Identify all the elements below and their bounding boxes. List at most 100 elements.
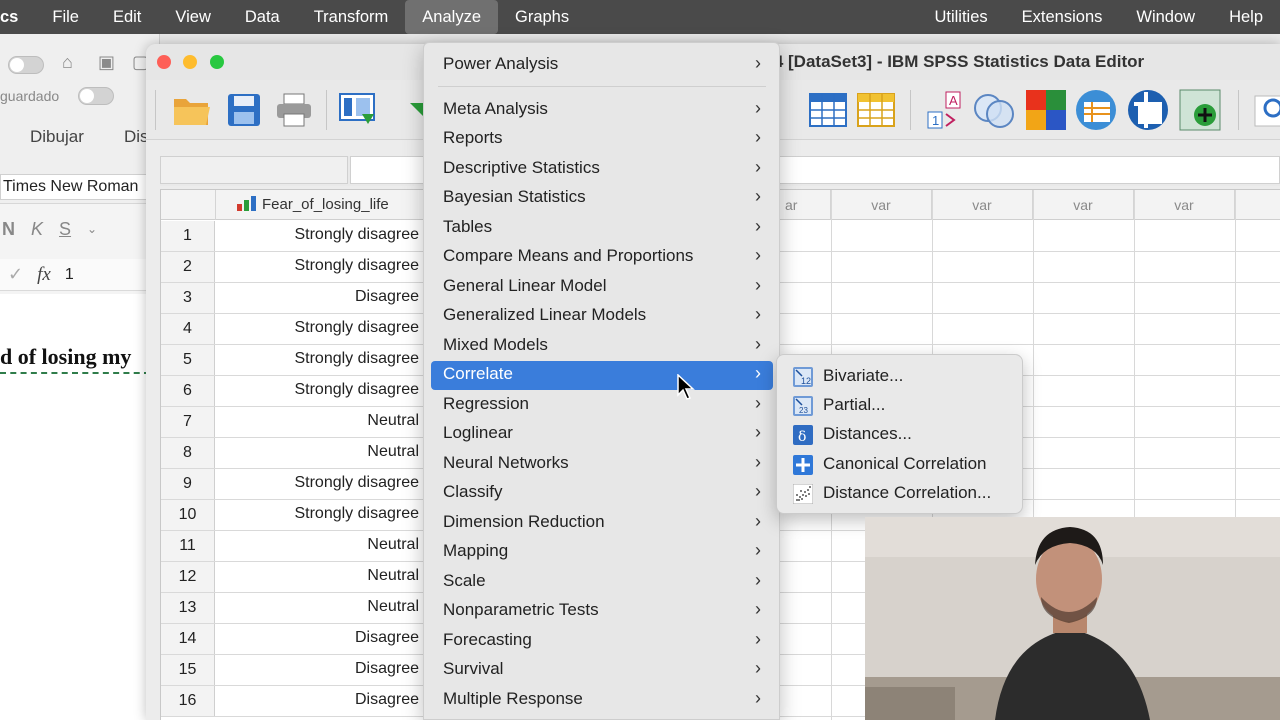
menubar-extensions[interactable]: Extensions: [1005, 0, 1120, 34]
menubar-app-name[interactable]: cs: [0, 0, 35, 34]
split-file-icon[interactable]: [1074, 88, 1118, 132]
row-number[interactable]: 14: [161, 624, 215, 654]
menubar-window[interactable]: Window: [1119, 0, 1212, 34]
menu-item-meta-analysis[interactable]: Meta Analysis ›: [431, 96, 773, 125]
cell-value[interactable]: Neutral: [216, 593, 424, 623]
cell-value[interactable]: Strongly disagree: [216, 314, 424, 344]
menubar-view[interactable]: View: [158, 0, 227, 34]
menubar-analyze[interactable]: Analyze: [405, 0, 498, 34]
row-number[interactable]: 9: [161, 469, 215, 499]
menu-item-mapping[interactable]: Mapping ›: [431, 538, 773, 567]
insert-cases-icon[interactable]: [1178, 88, 1222, 132]
cell-value[interactable]: Neutral: [216, 438, 424, 468]
underline-button[interactable]: S: [59, 219, 71, 240]
row-number[interactable]: 15: [161, 655, 215, 685]
row-number[interactable]: 8: [161, 438, 215, 468]
chevron-down-icon[interactable]: ⌄: [87, 222, 97, 236]
variables-grid-icon[interactable]: [806, 88, 850, 132]
menu-item-classify[interactable]: Classify ›: [431, 479, 773, 508]
menu-item-neural-networks[interactable]: Neural Networks ›: [431, 450, 773, 479]
cell-value[interactable]: Neutral: [216, 407, 424, 437]
cell-value[interactable]: Neutral: [216, 562, 424, 592]
menu-item-regression[interactable]: Regression ›: [431, 391, 773, 420]
var-header-4[interactable]: var: [1134, 190, 1235, 220]
home-icon[interactable]: ⌂: [62, 52, 73, 73]
menubar-utilities[interactable]: Utilities: [917, 0, 1004, 34]
italic-button[interactable]: K: [31, 219, 43, 240]
row-number[interactable]: 12: [161, 562, 215, 592]
submenu-distances[interactable]: δ Distances...: [783, 420, 1018, 449]
cell-value[interactable]: Disagree: [216, 655, 424, 685]
var-header-5[interactable]: [1235, 190, 1280, 220]
cell-reference-field[interactable]: [160, 156, 348, 184]
menu-item-forecasting[interactable]: Forecasting ›: [431, 627, 773, 656]
print-icon[interactable]: [272, 88, 316, 132]
weight-cases-icon[interactable]: [1126, 88, 1170, 132]
tab-partial[interactable]: Dis: [124, 127, 149, 147]
check-icon[interactable]: ✓: [8, 264, 23, 285]
var-header-1[interactable]: var: [831, 190, 932, 220]
menubar-edit[interactable]: Edit: [96, 0, 158, 34]
menu-item-reports[interactable]: Reports ›: [431, 125, 773, 154]
row-number[interactable]: 1: [161, 221, 215, 251]
menu-item-descriptive-statistics[interactable]: Descriptive Statistics ›: [431, 155, 773, 184]
formula-value[interactable]: 1: [65, 266, 74, 284]
cell-value[interactable]: Strongly disagree: [216, 500, 424, 530]
menubar-help[interactable]: Help: [1212, 0, 1280, 34]
row-number[interactable]: 16: [161, 686, 215, 716]
menu-item-power-analysis[interactable]: Power Analysis ›: [431, 51, 773, 80]
corner-cell[interactable]: [161, 190, 216, 220]
value-labels-icon[interactable]: A1: [922, 88, 966, 132]
menu-item-dimension-reduction[interactable]: Dimension Reduction ›: [431, 509, 773, 538]
row-number[interactable]: 4: [161, 314, 215, 344]
row-number[interactable]: 6: [161, 376, 215, 406]
cell-value[interactable]: Strongly disagree: [216, 345, 424, 375]
cell-value[interactable]: Disagree: [216, 686, 424, 716]
data-grid-icon[interactable]: [854, 88, 898, 132]
close-button[interactable]: [157, 55, 171, 69]
cell-value[interactable]: Strongly disagree: [216, 469, 424, 499]
submenu-bivariate[interactable]: 12 Bivariate...: [783, 362, 1018, 391]
recall-dialog-icon[interactable]: [336, 88, 380, 132]
sets-icon[interactable]: [972, 88, 1016, 132]
menu-item-generalized-linear-models[interactable]: Generalized Linear Models ›: [431, 302, 773, 331]
color-grid-icon[interactable]: [1024, 88, 1068, 132]
autosave-toggle[interactable]: [78, 87, 114, 105]
menubar-graphs[interactable]: Graphs: [498, 0, 586, 34]
search-icon[interactable]: [1246, 88, 1280, 132]
menu-item-bayesian-statistics[interactable]: Bayesian Statistics ›: [431, 184, 773, 213]
menubar-file[interactable]: File: [35, 0, 96, 34]
zoom-button[interactable]: [210, 55, 224, 69]
menu-item-mixed-models[interactable]: Mixed Models ›: [431, 332, 773, 361]
submenu-canonical[interactable]: Canonical Correlation: [783, 450, 1018, 479]
column-header-fear[interactable]: Fear_of_losing_life: [216, 190, 424, 220]
menu-item-multiple-response[interactable]: Multiple Response ›: [431, 686, 773, 715]
var-header-3[interactable]: var: [1033, 190, 1134, 220]
submenu-partial[interactable]: 23 Partial...: [783, 391, 1018, 420]
cell-value[interactable]: Neutral: [216, 531, 424, 561]
menubar-data[interactable]: Data: [228, 0, 297, 34]
row-number[interactable]: 3: [161, 283, 215, 313]
cell-value[interactable]: Strongly disagree: [216, 376, 424, 406]
menu-item-scale[interactable]: Scale ›: [431, 568, 773, 597]
word-document[interactable]: d of losing my: [0, 294, 159, 720]
word-toggle-1[interactable]: [8, 56, 44, 74]
bold-button[interactable]: N: [2, 219, 15, 240]
save-icon[interactable]: ▣: [98, 52, 115, 73]
menu-item-loglinear[interactable]: Loglinear ›: [431, 420, 773, 449]
tab-dibujar[interactable]: Dibujar: [30, 127, 84, 147]
menu-item-general-linear-model[interactable]: General Linear Model ›: [431, 273, 773, 302]
menu-item-compare-means-and-proportions[interactable]: Compare Means and Proportions ›: [431, 243, 773, 272]
row-number[interactable]: 7: [161, 407, 215, 437]
menu-item-survival[interactable]: Survival ›: [431, 656, 773, 685]
save-icon[interactable]: [222, 88, 266, 132]
row-number[interactable]: 5: [161, 345, 215, 375]
row-number[interactable]: 2: [161, 252, 215, 282]
menu-item-tables[interactable]: Tables ›: [431, 214, 773, 243]
cell-value[interactable]: Strongly disagree: [216, 221, 424, 251]
cell-value[interactable]: Disagree: [216, 624, 424, 654]
row-number[interactable]: 10: [161, 500, 215, 530]
row-number[interactable]: 13: [161, 593, 215, 623]
cell-value[interactable]: Strongly disagree: [216, 252, 424, 282]
submenu-distance-correlation[interactable]: Distance Correlation...: [783, 479, 1018, 508]
